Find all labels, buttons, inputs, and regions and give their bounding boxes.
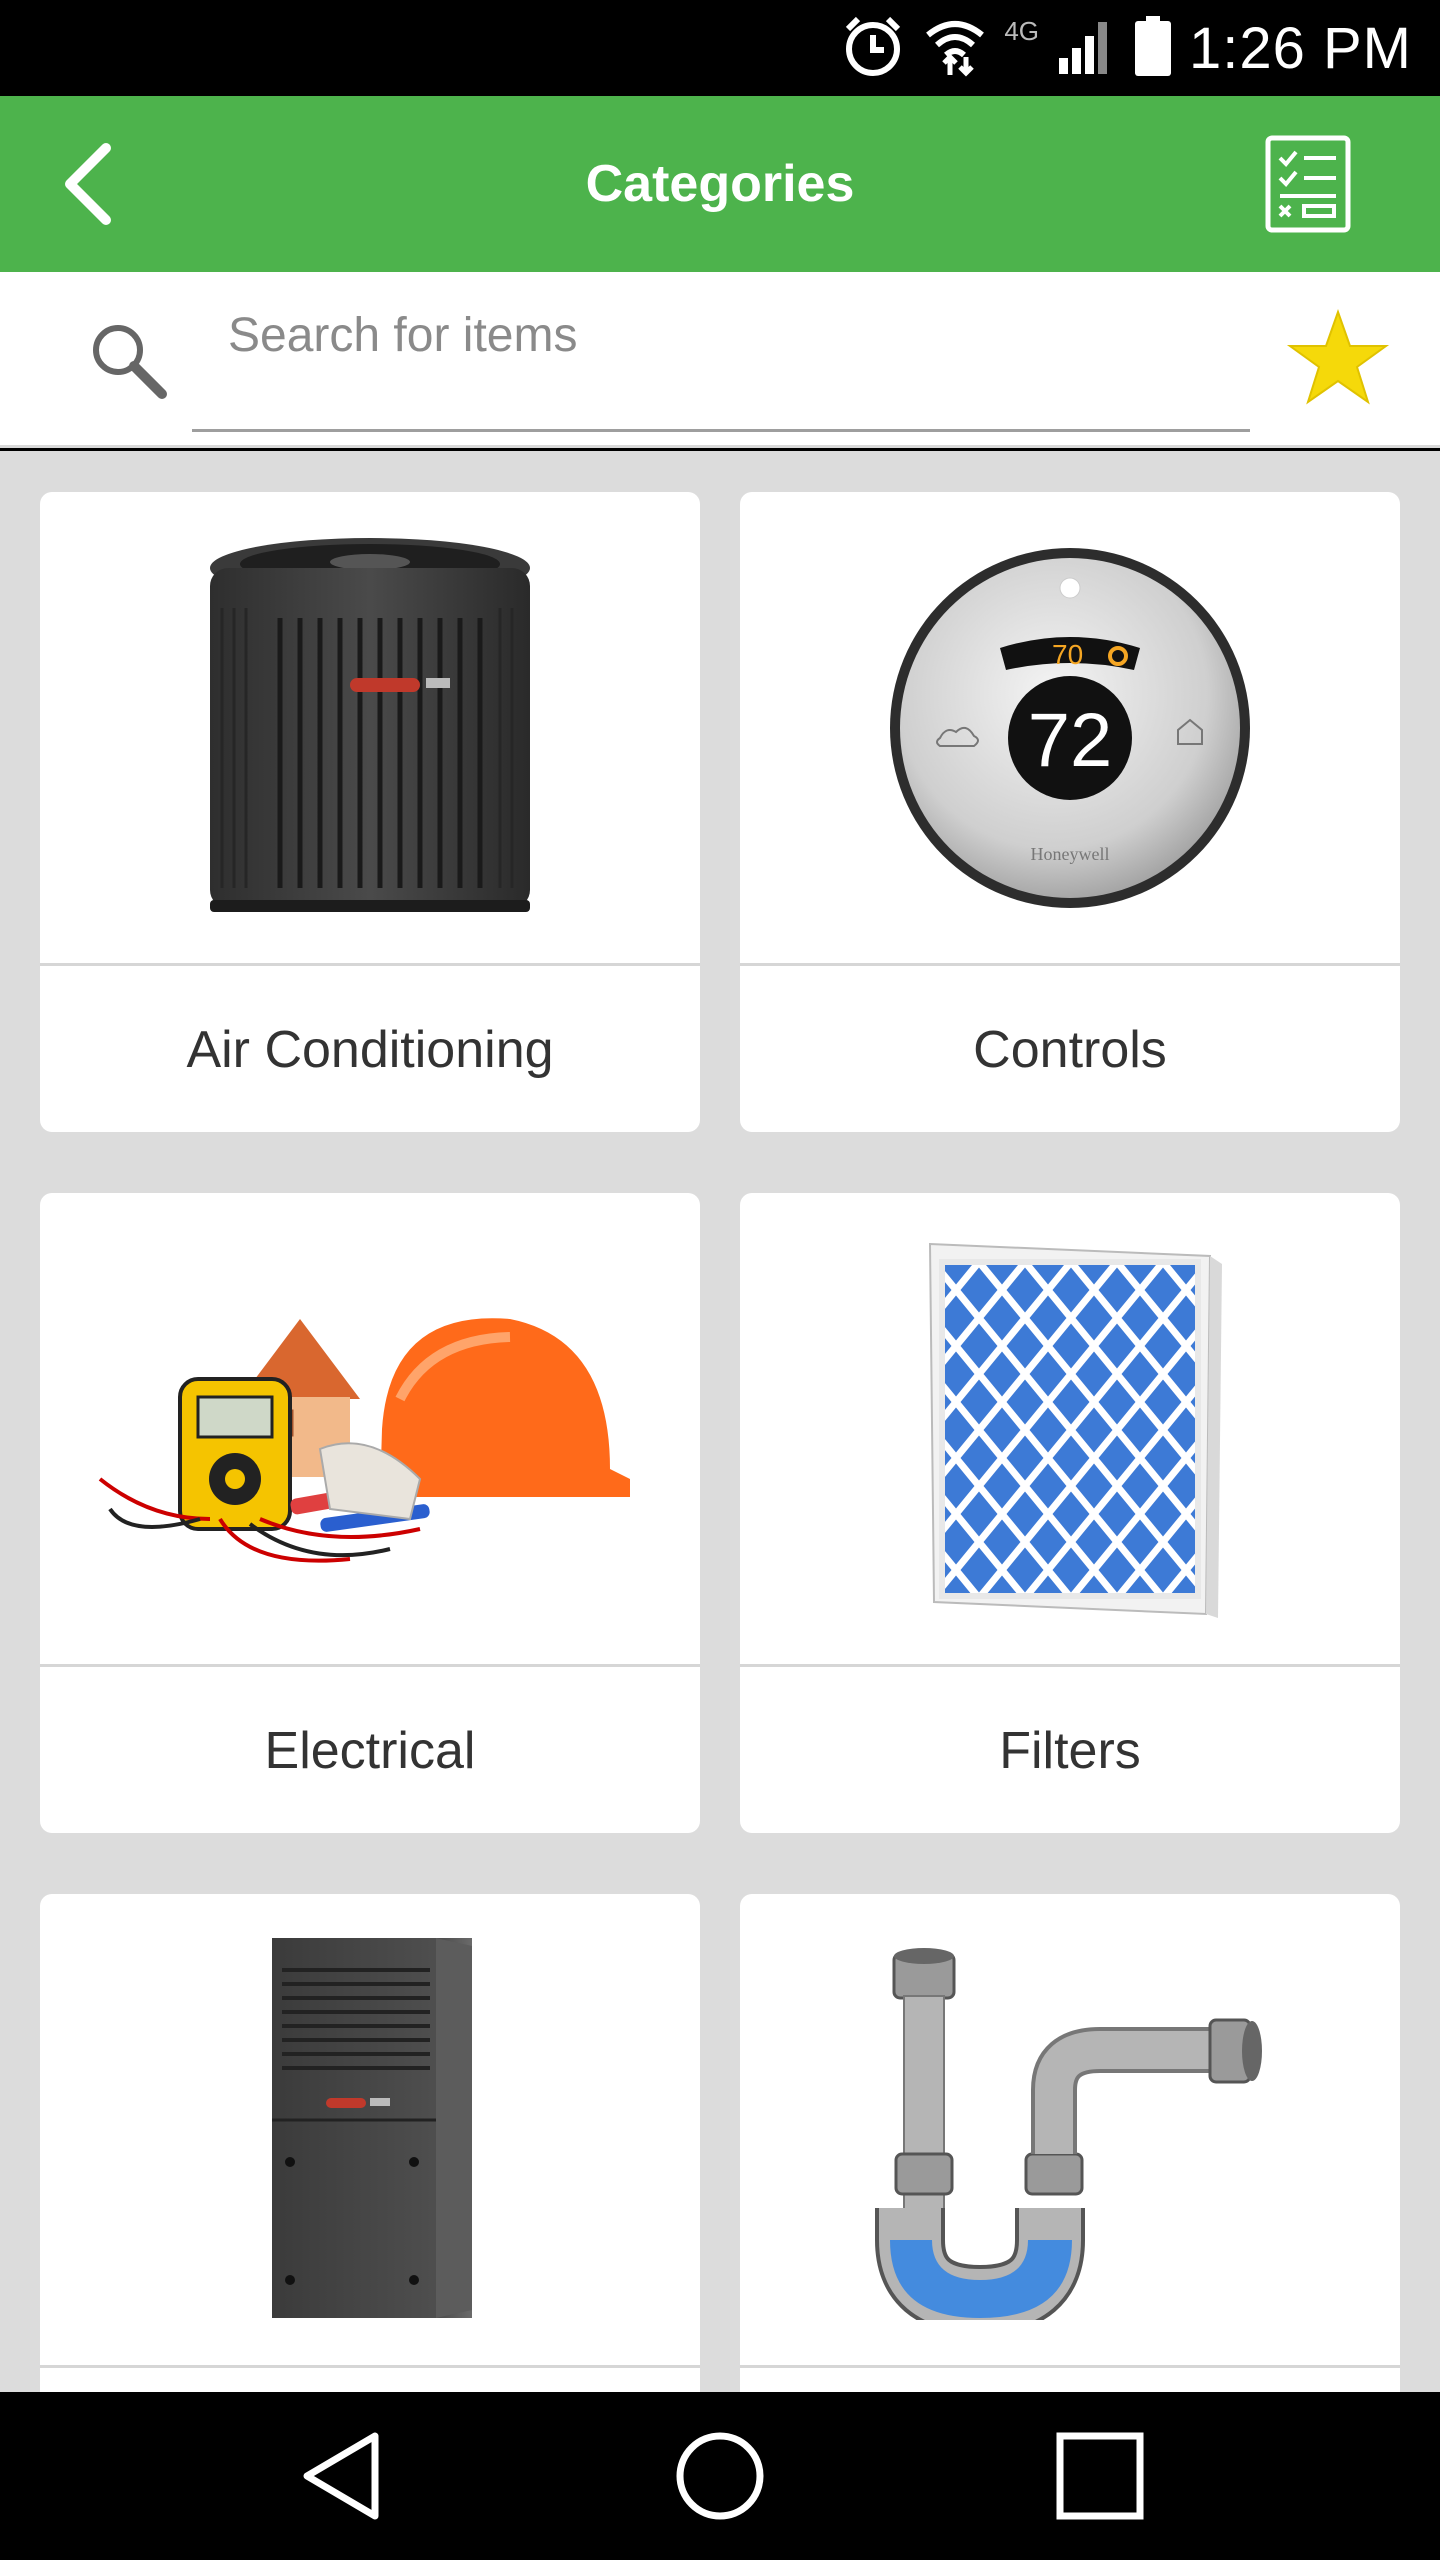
star-icon (1286, 308, 1390, 405)
app-bar: Categories (0, 96, 1440, 272)
category-label: Filters (999, 1722, 1141, 1780)
thermostat-setpoint: 70 (1052, 639, 1083, 670)
page-title: Categories (585, 155, 855, 213)
nav-recents-button[interactable] (1040, 2416, 1160, 2536)
category-label: Controls (973, 1021, 1167, 1079)
ac-unit-image (40, 492, 700, 966)
thermostat-brand: Honeywell (1031, 844, 1110, 864)
p-trap-image (740, 1894, 1400, 2368)
category-card-filters[interactable]: Filters (740, 1193, 1400, 1833)
category-label: Electrical (264, 1722, 476, 1780)
furnace-image (40, 1894, 700, 2368)
search-input[interactable] (192, 282, 1250, 432)
checklist-button[interactable] (1256, 132, 1360, 236)
category-card-air-conditioning[interactable]: Air Conditioning (40, 492, 700, 1132)
recents-square-icon (1056, 2432, 1144, 2520)
chevron-left-icon (65, 143, 111, 225)
search-icon (86, 318, 170, 402)
battery-icon (1135, 15, 1171, 81)
filter-image (740, 1193, 1400, 1667)
home-circle-icon (676, 2432, 764, 2520)
electrical-image (40, 1193, 700, 1667)
status-bar: 4G 1:26 PM (0, 0, 1440, 96)
network-type-icon: 4G (1004, 16, 1039, 46)
category-label (40, 2371, 700, 2392)
category-grid: Air Conditioning 70 72 Honeywell Control… (0, 451, 1440, 2392)
thermostat-image: 70 72 Honeywell (740, 492, 1400, 966)
category-card-plumbing[interactable] (740, 1894, 1400, 2392)
category-label (740, 2371, 1400, 2392)
nav-back-button[interactable] (280, 2416, 400, 2536)
nav-home-button[interactable] (660, 2416, 780, 2536)
category-card-electrical[interactable]: Electrical (40, 1193, 700, 1833)
favorites-button[interactable] (1286, 306, 1390, 410)
wifi-icon (924, 15, 986, 82)
alarm-icon (840, 13, 906, 84)
status-icons: 4G 1:26 PM (840, 0, 1412, 96)
category-label: Air Conditioning (186, 1021, 554, 1079)
category-card-furnace[interactable] (40, 1894, 700, 2392)
system-nav-bar (0, 2392, 1440, 2560)
back-triangle-icon (303, 2432, 379, 2520)
back-button[interactable] (40, 134, 140, 234)
thermostat-temperature: 72 (1028, 698, 1113, 783)
status-time: 1:26 PM (1189, 15, 1412, 81)
signal-icon (1057, 16, 1117, 81)
category-card-controls[interactable]: 70 72 Honeywell Controls (740, 492, 1400, 1132)
checklist-icon (1265, 135, 1351, 233)
